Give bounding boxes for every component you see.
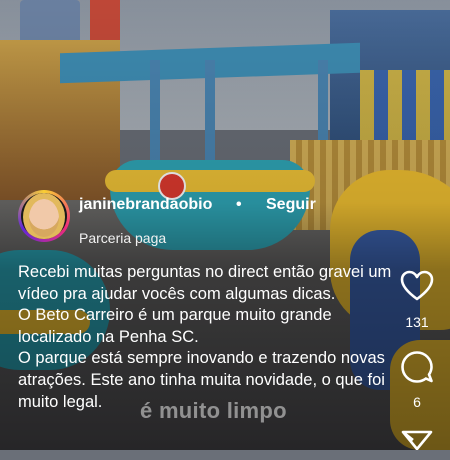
separator-dot: • (236, 196, 242, 213)
follow-button[interactable]: Seguir (266, 196, 316, 214)
avatar-face (29, 199, 59, 237)
like-count[interactable]: 131 (400, 314, 434, 330)
post-caption[interactable]: Recebi muitas perguntas no direct então … (18, 262, 393, 413)
avatar[interactable] (18, 190, 70, 242)
caption-line: O Beto Carreiro é um parque muito grande… (18, 306, 332, 346)
speech-bubble-icon[interactable] (400, 350, 434, 384)
paper-plane-icon[interactable] (401, 430, 433, 460)
avatar-photo (21, 193, 67, 239)
heart-icon[interactable] (400, 270, 434, 302)
paid-partnership-label[interactable]: Parceria paga (79, 230, 166, 246)
caption-line: O parque está sempre inovando e trazendo… (18, 349, 385, 411)
caption-line: Recebi muitas perguntas no direct então … (18, 263, 392, 303)
comment-count[interactable]: 6 (400, 394, 434, 410)
username[interactable]: janinebrandaobio (79, 196, 212, 214)
